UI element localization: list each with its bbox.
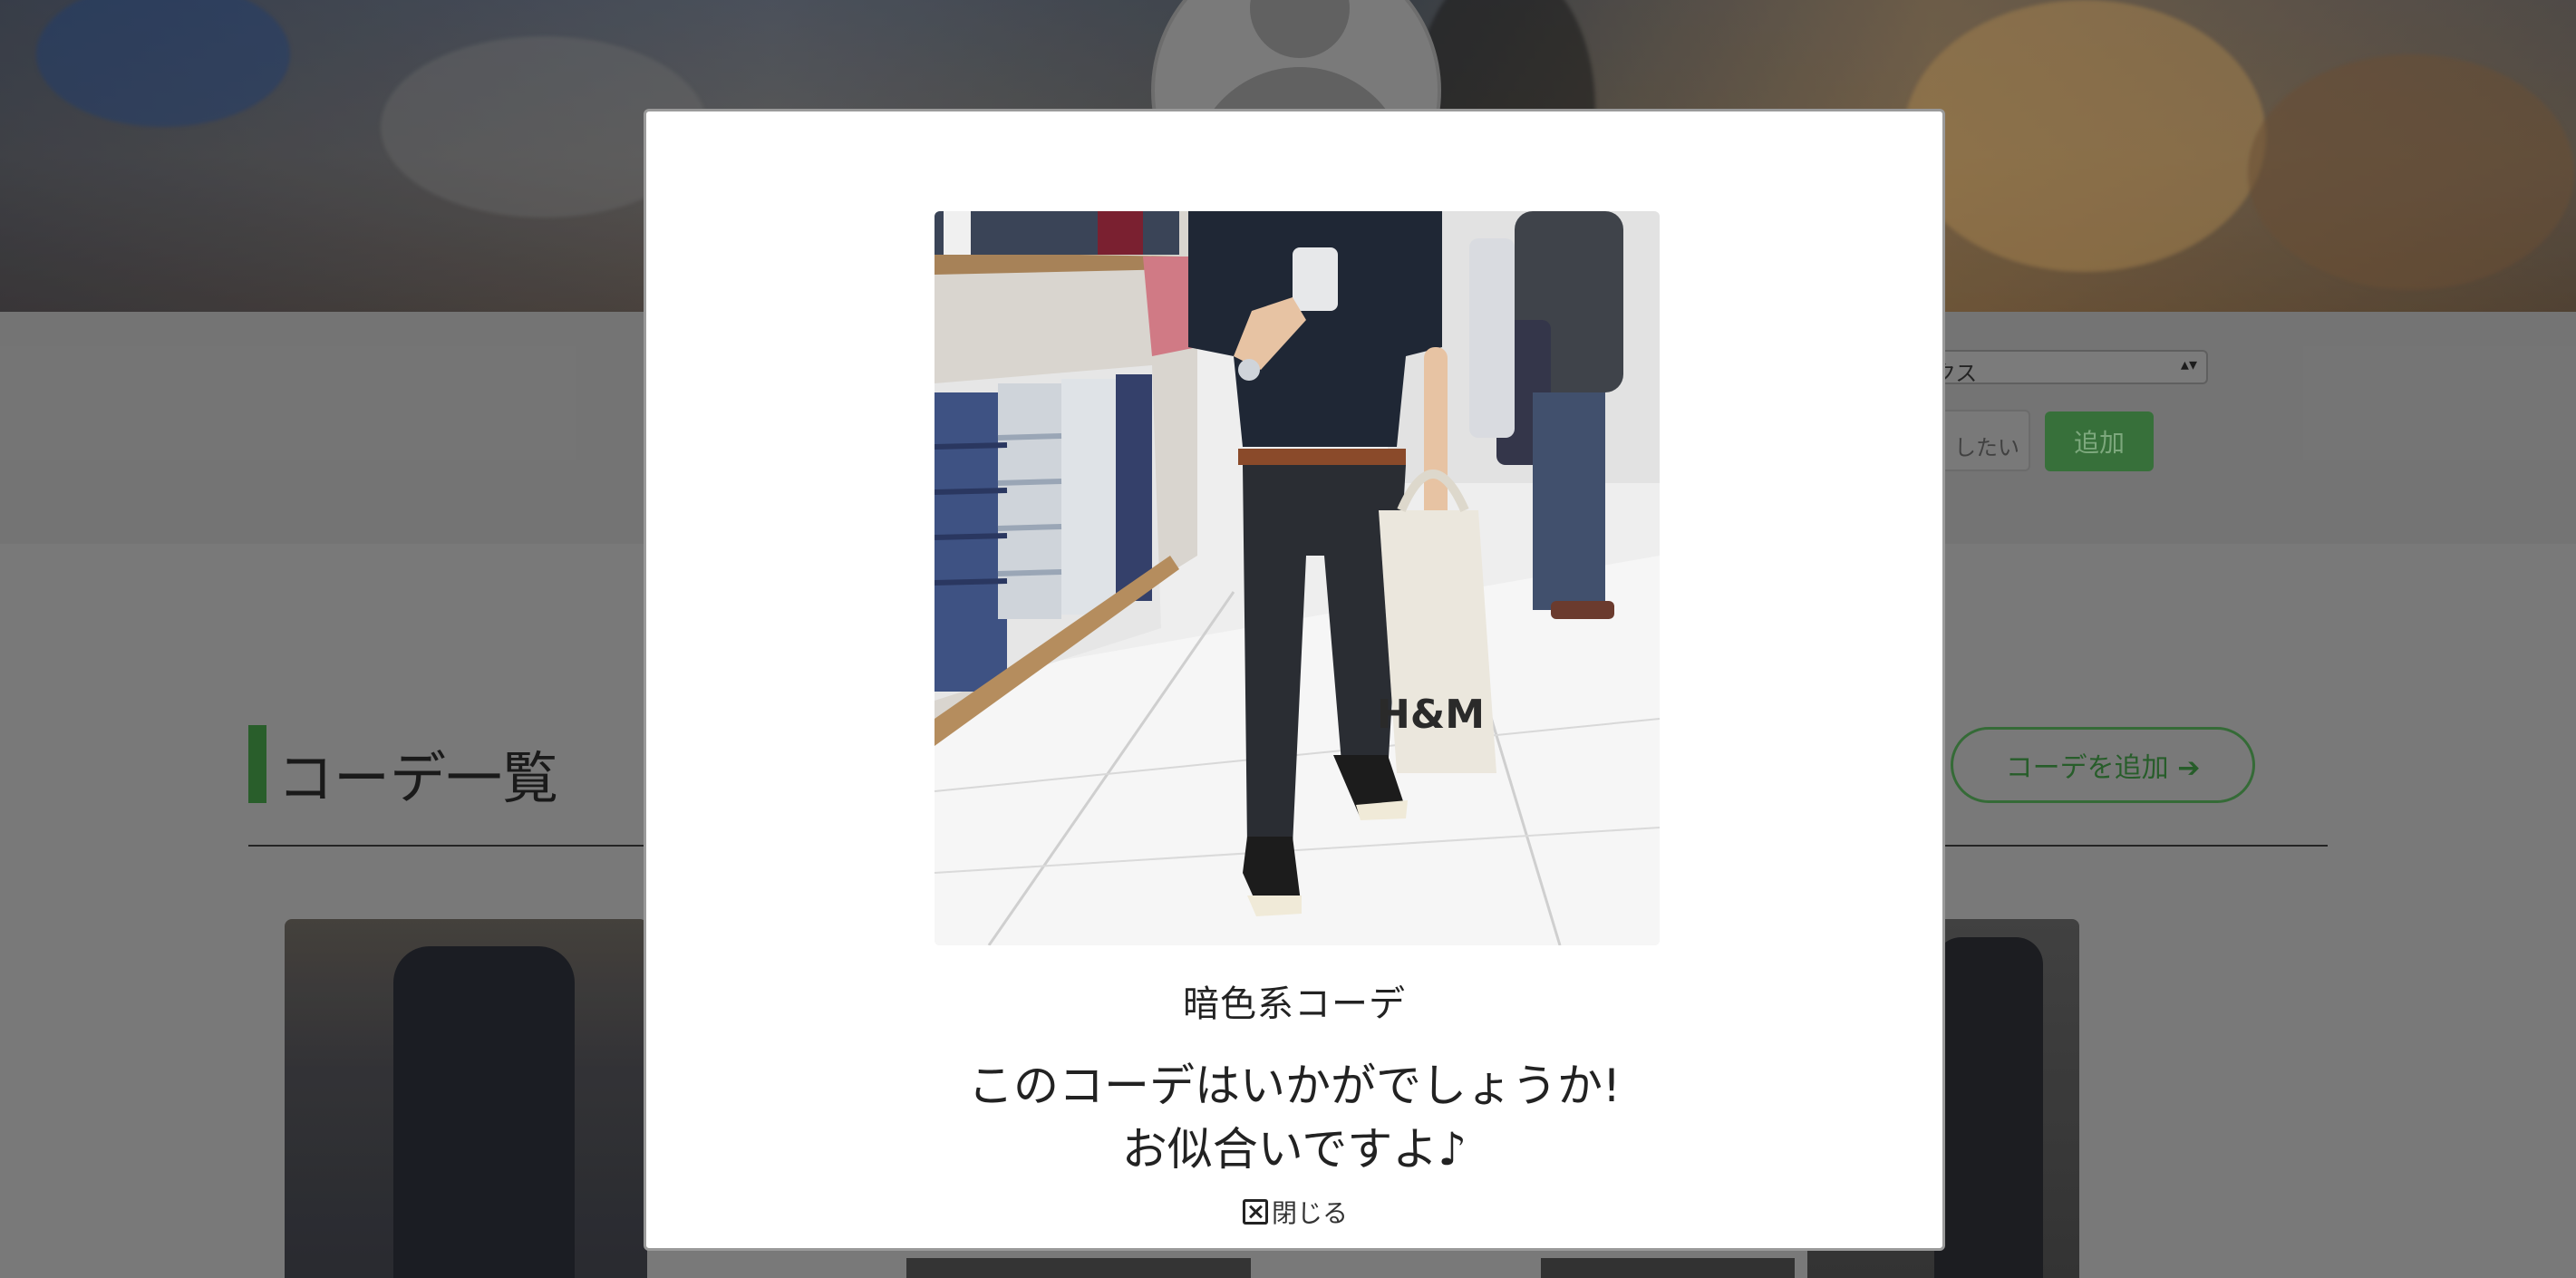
close-button[interactable]: 閉じる [1243, 1196, 1348, 1228]
close-button-label: 閉じる [1272, 1198, 1349, 1228]
bag-logo-text: H&M [1377, 692, 1485, 738]
coordinate-message: このコーデはいかがでしょうか! お似合いですよ♪ [646, 1054, 1942, 1181]
coordinate-message-line: お似合いですよ♪ [1121, 1123, 1467, 1176]
coordinate-name: 暗色系コーデ [1183, 983, 1406, 1025]
coordinate-message-line: このコーデはいかがでしょうか! [967, 1060, 1622, 1112]
coordinate-detail-modal: H&M 暗色系コーデ このコーデはいかがでしょうか! お似合いですよ♪ 閉じる [644, 109, 1945, 1251]
close-icon [1243, 1199, 1268, 1225]
coordinate-photo: H&M [935, 211, 1660, 945]
